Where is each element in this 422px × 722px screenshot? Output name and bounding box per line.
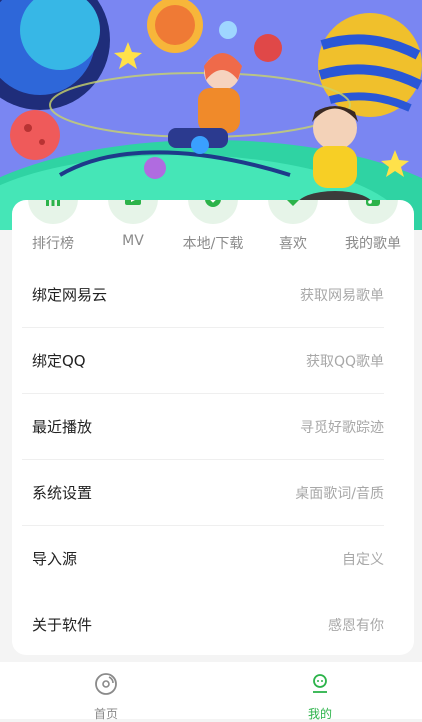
quick-action-local-download[interactable]: 本地/下载 bbox=[178, 200, 248, 260]
profile-icon bbox=[308, 672, 332, 696]
quick-action-label: 本地/下载 bbox=[182, 236, 244, 252]
nav-label: 我的 bbox=[307, 707, 332, 721]
quick-action-ranking[interactable]: 排行榜 bbox=[18, 200, 88, 260]
video-icon bbox=[108, 200, 158, 224]
menu-item-import-source[interactable]: 导入源 自定义 bbox=[22, 526, 384, 592]
menu-item-title: 绑定QQ bbox=[32, 352, 86, 370]
menu-item-desc: 寻觅好歌踪迹 bbox=[300, 420, 384, 436]
download-icon bbox=[188, 200, 238, 224]
header-illustration bbox=[0, 0, 422, 230]
menu-item-desc: 获取QQ歌单 bbox=[305, 354, 384, 370]
quick-action-mv[interactable]: MV bbox=[98, 200, 168, 260]
menu-item-about[interactable]: 关于软件 感恩有你 bbox=[22, 592, 384, 655]
menu-item-system-settings[interactable]: 系统设置 桌面歌词/音质 bbox=[22, 460, 384, 526]
nav-home[interactable]: 首页 bbox=[46, 662, 166, 721]
quick-actions-row: 排行榜 MV 本地/下载 喜欢 我的歌单 bbox=[12, 200, 414, 260]
quick-action-label: 排行榜 bbox=[32, 236, 74, 252]
quick-action-my-playlists[interactable]: 我的歌单 bbox=[338, 200, 408, 260]
space-planets-illustration bbox=[0, 0, 422, 230]
heart-icon bbox=[268, 200, 318, 224]
menu-item-desc: 桌面歌词/音质 bbox=[295, 486, 384, 502]
playlist-icon bbox=[348, 200, 398, 224]
quick-action-like[interactable]: 喜欢 bbox=[258, 200, 328, 260]
profile-card: 排行榜 MV 本地/下载 喜欢 我的歌单 绑定网易云 获取网易歌单 绑定QQ 获… bbox=[12, 200, 414, 655]
menu-item-title: 最近播放 bbox=[32, 418, 93, 436]
menu-item-desc: 感恩有你 bbox=[328, 618, 384, 634]
menu-item-bind-qq[interactable]: 绑定QQ 获取QQ歌单 bbox=[22, 328, 384, 394]
bottom-nav: 首页 我的 bbox=[0, 662, 422, 721]
quick-action-label: MV bbox=[122, 233, 144, 249]
quick-action-label: 喜欢 bbox=[279, 236, 307, 252]
menu-item-title: 系统设置 bbox=[32, 484, 93, 502]
chart-icon bbox=[28, 200, 78, 224]
menu-item-title: 绑定网易云 bbox=[32, 286, 108, 304]
menu-item-recent-play[interactable]: 最近播放 寻觅好歌踪迹 bbox=[22, 394, 384, 460]
menu-item-title: 关于软件 bbox=[32, 616, 93, 634]
music-disc-icon bbox=[94, 672, 118, 696]
quick-action-label: 我的歌单 bbox=[345, 236, 401, 252]
menu-item-title: 导入源 bbox=[32, 550, 78, 568]
menu-item-desc: 获取网易歌单 bbox=[300, 288, 384, 304]
nav-label: 首页 bbox=[93, 707, 118, 721]
menu-item-desc: 自定义 bbox=[342, 552, 384, 568]
menu-item-bind-netease[interactable]: 绑定网易云 获取网易歌单 bbox=[22, 262, 384, 328]
nav-mine[interactable]: 我的 bbox=[260, 662, 380, 721]
